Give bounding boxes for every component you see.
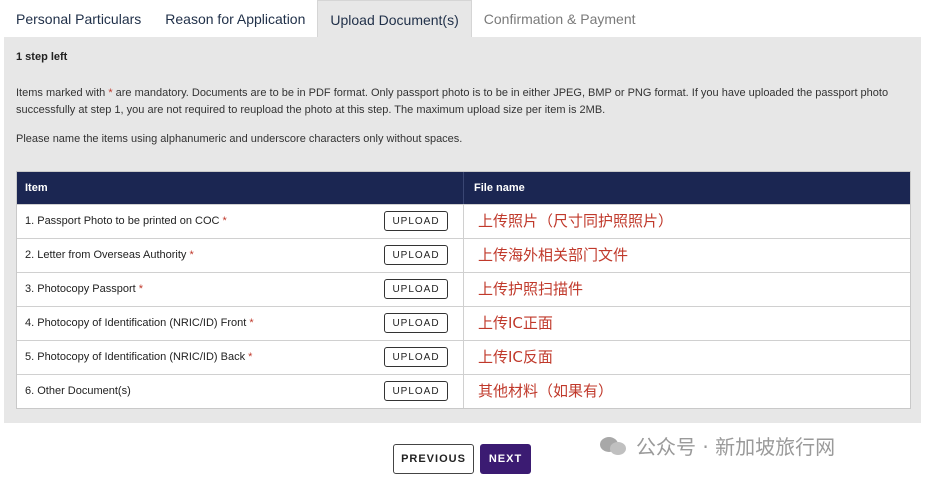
item-cell: 5. Photocopy of Identification (NRIC/ID)… bbox=[17, 341, 463, 374]
item-header: Item bbox=[25, 182, 48, 194]
table-row: 4. Photocopy of Identification (NRIC/ID)… bbox=[17, 306, 910, 340]
table-row: 6. Other Document(s) UPLOAD 其他材料（如果有） bbox=[17, 374, 910, 408]
file-name-cell: 上传IC反面 bbox=[463, 341, 910, 374]
item-cell: 1. Passport Photo to be printed on COC *… bbox=[17, 205, 463, 238]
steps-remaining: 1 step left bbox=[16, 51, 68, 63]
required-mark: * bbox=[248, 351, 253, 363]
wechat-icon bbox=[600, 435, 628, 457]
instructions-lead: Items marked with bbox=[16, 87, 109, 99]
file-name-cell: 上传海外相关部门文件 bbox=[463, 239, 910, 272]
upload-panel: 1 step left Items marked with * are mand… bbox=[4, 37, 921, 423]
table-row: 1. Passport Photo to be printed on COC *… bbox=[17, 204, 910, 238]
upload-passport-copy-button[interactable]: UPLOAD bbox=[384, 279, 448, 299]
table-row: 2. Letter from Overseas Authority * UPLO… bbox=[17, 238, 910, 272]
tab-reason-for-application[interactable]: Reason for Application bbox=[153, 0, 317, 38]
file-name-header: File name bbox=[463, 172, 910, 204]
file-name-cell: 上传照片（尺寸同护照照片） bbox=[463, 205, 910, 238]
next-button[interactable]: NEXT bbox=[480, 444, 531, 474]
file-name-cell: 其他材料（如果有） bbox=[463, 375, 910, 408]
watermark-text: 公众号 · 新加坡旅行网 bbox=[636, 435, 836, 459]
naming-note: Please name the items using alphanumeric… bbox=[16, 133, 463, 145]
watermark: 公众号 · 新加坡旅行网 bbox=[600, 431, 835, 460]
upload-other-documents-button[interactable]: UPLOAD bbox=[384, 381, 448, 401]
table-row: 5. Photocopy of Identification (NRIC/ID)… bbox=[17, 340, 910, 374]
item-cell: 4. Photocopy of Identification (NRIC/ID)… bbox=[17, 307, 463, 340]
table-header: Item File name bbox=[17, 172, 910, 204]
required-mark: * bbox=[138, 283, 144, 295]
documents-table: Item File name 1. Passport Photo to be p… bbox=[16, 171, 911, 409]
item-label: 3. Photocopy Passport bbox=[25, 283, 136, 295]
item-label: 1. Passport Photo to be printed on COC bbox=[25, 215, 220, 227]
previous-button[interactable]: PREVIOUS bbox=[393, 444, 474, 474]
item-label: 2. Letter from Overseas Authority bbox=[25, 249, 187, 261]
item-label: 6. Other Document(s) bbox=[25, 385, 131, 397]
required-mark: * bbox=[249, 317, 254, 329]
tab-upload-documents[interactable]: Upload Document(s) bbox=[317, 0, 472, 38]
tab-confirmation-payment: Confirmation & Payment bbox=[483, 11, 636, 27]
item-cell: 2. Letter from Overseas Authority * UPLO… bbox=[17, 239, 463, 272]
item-cell: 3. Photocopy Passport * UPLOAD bbox=[17, 273, 463, 306]
item-label: 4. Photocopy of Identification (NRIC/ID)… bbox=[25, 317, 247, 329]
instructions-text: Items marked with * are mandatory. Docum… bbox=[16, 85, 911, 119]
table-row: 3. Photocopy Passport * UPLOAD 上传护照扫描件 bbox=[17, 272, 910, 306]
upload-overseas-letter-button[interactable]: UPLOAD bbox=[384, 245, 448, 265]
upload-id-back-button[interactable]: UPLOAD bbox=[384, 347, 448, 367]
item-label: 5. Photocopy of Identification (NRIC/ID)… bbox=[25, 351, 246, 363]
file-name-cell: 上传IC正面 bbox=[463, 307, 910, 340]
tab-personal-particulars[interactable]: Personal Particulars bbox=[0, 0, 153, 38]
item-cell: 6. Other Document(s) UPLOAD bbox=[17, 375, 463, 408]
required-mark: * bbox=[189, 249, 194, 261]
step-tabs: Personal Particulars Reason for Applicat… bbox=[0, 0, 928, 38]
upload-passport-photo-button[interactable]: UPLOAD bbox=[384, 211, 448, 231]
required-mark: * bbox=[222, 215, 227, 227]
instructions-body: are mandatory. Documents are to be in PD… bbox=[16, 87, 889, 116]
upload-id-front-button[interactable]: UPLOAD bbox=[384, 313, 448, 333]
file-name-cell: 上传护照扫描件 bbox=[463, 273, 910, 306]
